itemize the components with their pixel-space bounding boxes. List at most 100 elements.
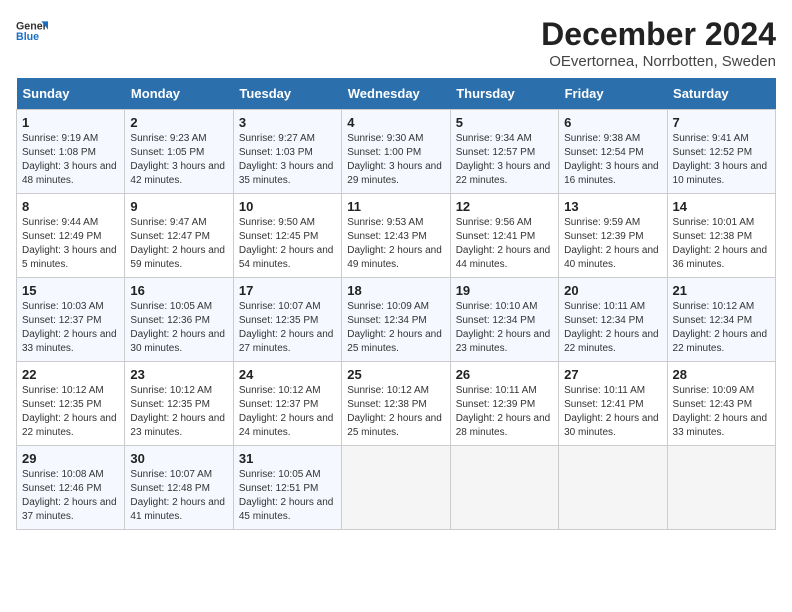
day-number: 31 — [239, 451, 336, 466]
calendar-cell: 4 Sunrise: 9:30 AMSunset: 1:00 PMDaylight… — [342, 110, 450, 194]
calendar-cell: 14Sunrise: 10:01 AMSunset: 12:38 PMDayli… — [667, 194, 775, 278]
calendar-cell: 27 Sunrise: 10:11 AMSunset: 12:41 PMDayli… — [559, 362, 667, 446]
week-row-4: 22 Sunrise: 10:12 AMSunset: 12:35 PMDayli… — [17, 362, 776, 446]
week-row-5: 29 Sunrise: 10:08 AMSunset: 12:46 PMDayli… — [17, 446, 776, 530]
week-row-3: 15Sunrise: 10:03 AMSunset: 12:37 PMDayli… — [17, 278, 776, 362]
day-info: Sunrise: 10:05 AMSunset: 12:51 PMDayligh… — [239, 469, 334, 522]
calendar-cell: 20 Sunrise: 10:11 AMSunset: 12:34 PMDayli… — [559, 278, 667, 362]
calendar-cell — [559, 446, 667, 530]
svg-text:Blue: Blue — [16, 31, 39, 43]
day-number: 13 — [564, 199, 661, 214]
day-info: Sunrise: 10:11 AMSunset: 12:34 PMDayligh… — [564, 301, 659, 354]
day-info: Sunrise: 10:10 AMSunset: 12:34 PMDayligh… — [456, 301, 551, 354]
day-info: Sunrise: 10:11 AMSunset: 12:39 PMDayligh… — [456, 385, 551, 438]
calendar-cell: 2 Sunrise: 9:23 AMSunset: 1:05 PMDaylight… — [125, 110, 233, 194]
day-number: 7 — [673, 115, 770, 130]
day-number: 4 — [347, 115, 444, 130]
col-header-thursday: Thursday — [450, 78, 558, 110]
calendar-cell: 12 Sunrise: 9:56 AMSunset: 12:41 PMDaylig… — [450, 194, 558, 278]
page-title: December 2024 — [541, 16, 776, 53]
calendar-cell: 1Sunrise: 9:19 AMSunset: 1:08 PMDaylight… — [17, 110, 125, 194]
col-header-wednesday: Wednesday — [342, 78, 450, 110]
calendar-cell: 25 Sunrise: 10:12 AMSunset: 12:38 PMDayli… — [342, 362, 450, 446]
day-info: Sunrise: 9:41 AMSunset: 12:52 PMDaylight… — [673, 133, 768, 186]
day-number: 5 — [456, 115, 553, 130]
calendar-cell: 5 Sunrise: 9:34 AMSunset: 12:57 PMDayligh… — [450, 110, 558, 194]
day-number: 20 — [564, 283, 661, 298]
calendar-cell — [667, 446, 775, 530]
calendar-cell: 17 Sunrise: 10:07 AMSunset: 12:35 PMDayli… — [233, 278, 341, 362]
calendar-cell: 10 Sunrise: 9:50 AMSunset: 12:45 PMDaylig… — [233, 194, 341, 278]
calendar-cell: 21 Sunrise: 10:12 AMSunset: 12:34 PMDayli… — [667, 278, 775, 362]
col-header-friday: Friday — [559, 78, 667, 110]
day-info: Sunrise: 9:47 AMSunset: 12:47 PMDaylight… — [130, 217, 225, 270]
day-info: Sunrise: 10:12 AMSunset: 12:34 PMDayligh… — [673, 301, 768, 354]
day-number: 30 — [130, 451, 227, 466]
day-info: Sunrise: 10:11 AMSunset: 12:41 PMDayligh… — [564, 385, 659, 438]
title-block: December 2024 OEvertornea, Norrbotten, S… — [541, 16, 776, 70]
day-number: 25 — [347, 367, 444, 382]
week-row-1: 1Sunrise: 9:19 AMSunset: 1:08 PMDaylight… — [17, 110, 776, 194]
day-info: Sunrise: 10:07 AMSunset: 12:48 PMDayligh… — [130, 469, 225, 522]
header-row: SundayMondayTuesdayWednesdayThursdayFrid… — [17, 78, 776, 110]
day-info: Sunrise: 10:01 AMSunset: 12:38 PMDayligh… — [673, 217, 768, 270]
calendar-cell: 16 Sunrise: 10:05 AMSunset: 12:36 PMDayli… — [125, 278, 233, 362]
day-number: 23 — [130, 367, 227, 382]
day-info: Sunrise: 9:56 AMSunset: 12:41 PMDaylight… — [456, 217, 551, 270]
logo-icon: General Blue — [16, 16, 48, 48]
calendar-cell: 31 Sunrise: 10:05 AMSunset: 12:51 PMDayli… — [233, 446, 341, 530]
day-info: Sunrise: 9:23 AMSunset: 1:05 PMDaylight:… — [130, 133, 225, 186]
day-number: 17 — [239, 283, 336, 298]
calendar-cell: 3 Sunrise: 9:27 AMSunset: 1:03 PMDaylight… — [233, 110, 341, 194]
day-number: 21 — [673, 283, 770, 298]
day-number: 6 — [564, 115, 661, 130]
day-info: Sunrise: 10:09 AMSunset: 12:43 PMDayligh… — [673, 385, 768, 438]
day-number: 10 — [239, 199, 336, 214]
day-info: Sunrise: 9:30 AMSunset: 1:00 PMDaylight:… — [347, 133, 442, 186]
day-info: Sunrise: 10:12 AMSunset: 12:35 PMDayligh… — [130, 385, 225, 438]
day-info: Sunrise: 9:27 AMSunset: 1:03 PMDaylight:… — [239, 133, 334, 186]
day-number: 12 — [456, 199, 553, 214]
day-number: 8 — [22, 199, 119, 214]
week-row-2: 8 Sunrise: 9:44 AMSunset: 12:49 PMDayligh… — [17, 194, 776, 278]
calendar-cell: 18Sunrise: 10:09 AMSunset: 12:34 PMDayli… — [342, 278, 450, 362]
day-number: 24 — [239, 367, 336, 382]
calendar-cell: 29 Sunrise: 10:08 AMSunset: 12:46 PMDayli… — [17, 446, 125, 530]
calendar-cell — [450, 446, 558, 530]
day-info: Sunrise: 9:19 AMSunset: 1:08 PMDaylight:… — [22, 133, 117, 186]
day-info: Sunrise: 10:03 AMSunset: 12:37 PMDayligh… — [22, 301, 117, 354]
day-info: Sunrise: 9:59 AMSunset: 12:39 PMDaylight… — [564, 217, 659, 270]
col-header-tuesday: Tuesday — [233, 78, 341, 110]
calendar-cell — [342, 446, 450, 530]
day-number: 11 — [347, 199, 444, 214]
day-number: 9 — [130, 199, 227, 214]
calendar-cell: 6 Sunrise: 9:38 AMSunset: 12:54 PMDayligh… — [559, 110, 667, 194]
day-number: 22 — [22, 367, 119, 382]
calendar-cell: 9 Sunrise: 9:47 AMSunset: 12:47 PMDayligh… — [125, 194, 233, 278]
day-info: Sunrise: 9:44 AMSunset: 12:49 PMDaylight… — [22, 217, 117, 270]
day-info: Sunrise: 10:05 AMSunset: 12:36 PMDayligh… — [130, 301, 225, 354]
day-number: 19 — [456, 283, 553, 298]
day-number: 29 — [22, 451, 119, 466]
day-info: Sunrise: 9:34 AMSunset: 12:57 PMDaylight… — [456, 133, 551, 186]
day-info: Sunrise: 10:07 AMSunset: 12:35 PMDayligh… — [239, 301, 334, 354]
day-info: Sunrise: 10:12 AMSunset: 12:38 PMDayligh… — [347, 385, 442, 438]
calendar-cell: 19 Sunrise: 10:10 AMSunset: 12:34 PMDayli… — [450, 278, 558, 362]
header: General Blue December 2024 OEvertornea, … — [16, 16, 776, 70]
day-info: Sunrise: 9:38 AMSunset: 12:54 PMDaylight… — [564, 133, 659, 186]
day-number: 3 — [239, 115, 336, 130]
calendar-cell: 23 Sunrise: 10:12 AMSunset: 12:35 PMDayli… — [125, 362, 233, 446]
day-info: Sunrise: 10:08 AMSunset: 12:46 PMDayligh… — [22, 469, 117, 522]
day-number: 27 — [564, 367, 661, 382]
day-number: 26 — [456, 367, 553, 382]
calendar-cell: 8 Sunrise: 9:44 AMSunset: 12:49 PMDayligh… — [17, 194, 125, 278]
day-info: Sunrise: 9:50 AMSunset: 12:45 PMDaylight… — [239, 217, 334, 270]
day-number: 18 — [347, 283, 444, 298]
col-header-saturday: Saturday — [667, 78, 775, 110]
day-number: 2 — [130, 115, 227, 130]
calendar-cell: 22Sunrise: 10:12 AMSunset: 12:35 PMDayli… — [17, 362, 125, 446]
day-number: 16 — [130, 283, 227, 298]
day-info: Sunrise: 10:12 AMSunset: 12:37 PMDayligh… — [239, 385, 334, 438]
day-info: Sunrise: 9:53 AMSunset: 12:43 PMDaylight… — [347, 217, 442, 270]
calendar-cell: 11 Sunrise: 9:53 AMSunset: 12:43 PMDaylig… — [342, 194, 450, 278]
